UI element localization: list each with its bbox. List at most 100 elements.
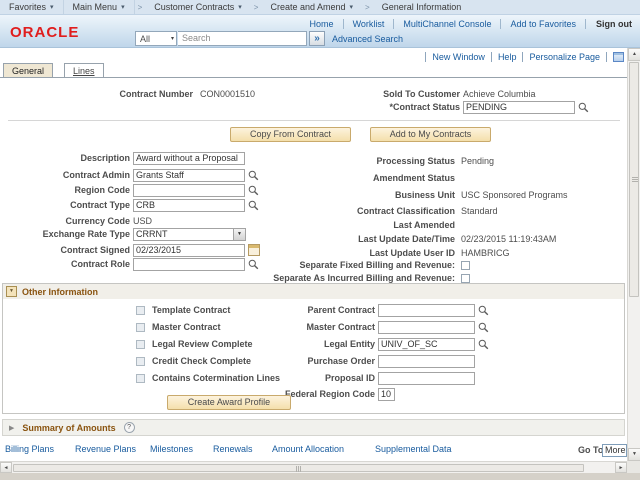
tab-divider — [0, 77, 627, 78]
horizontal-scrollbar[interactable]: ◄ ► — [0, 461, 627, 473]
master-contract-input[interactable] — [378, 321, 475, 334]
separate-fixed-label: Separate Fixed Billing and Revenue: — [240, 259, 455, 272]
goto-select[interactable]: More — [602, 444, 627, 457]
separate-incurred-checkbox[interactable] — [461, 274, 470, 283]
copy-from-contract-button[interactable]: Copy From Contract — [230, 127, 351, 142]
legal-review-checkbox[interactable] — [136, 340, 145, 349]
legal-entity-input[interactable]: UNIV_OF_SC — [378, 338, 475, 351]
summary-of-amounts-section: ▶ Summary of Amounts ? — [2, 419, 625, 436]
tab-lines[interactable]: Lines — [64, 63, 104, 78]
parent-contract-input[interactable] — [378, 304, 475, 317]
collapse-section-icon[interactable]: ▼ — [6, 286, 17, 297]
cotermination-row: Contains Cotermination Lines Proposal ID — [3, 372, 624, 386]
legal-entity-lookup-icon[interactable] — [478, 339, 489, 350]
breadcrumb: Favorites ▾ Main Menu ▾ > Customer Contr… — [0, 0, 640, 15]
chevron-down-icon: ▾ — [238, 3, 242, 11]
master-contract-lookup-icon[interactable] — [478, 322, 489, 333]
last-amended-label: Last Amended — [300, 219, 455, 232]
help-link[interactable]: Help — [491, 52, 523, 62]
nav-worklist-link[interactable]: Worklist — [344, 19, 395, 29]
horizontal-scroll-thumb[interactable] — [13, 464, 584, 472]
vertical-scroll-thumb[interactable] — [629, 62, 639, 297]
breadcrumb-main-menu[interactable]: Main Menu ▾ — [64, 0, 135, 14]
chevron-down-icon: ▾ — [121, 3, 125, 11]
breadcrumb-favorites[interactable]: Favorites ▾ — [0, 0, 64, 14]
add-to-my-contracts-button[interactable]: Add to My Contracts — [370, 127, 491, 142]
scroll-down-icon[interactable]: ▼ — [628, 448, 640, 461]
last-amended-row: Last Amended — [0, 219, 627, 233]
contract-status-input[interactable]: PENDING — [463, 101, 575, 114]
footer-link-renewals[interactable]: Renewals — [213, 444, 253, 454]
oracle-logo: ORACLE — [10, 24, 79, 41]
tab-lines-label: Lines — [73, 66, 95, 76]
contract-classification-value: Standard — [461, 205, 498, 218]
advanced-search-link[interactable]: Advanced Search — [332, 34, 403, 44]
breadcrumb-separator-icon: > — [251, 3, 262, 12]
scroll-right-icon[interactable]: ► — [615, 462, 627, 473]
footer-link-revenue-plans[interactable]: Revenue Plans — [75, 444, 136, 454]
search-scope-select[interactable]: All ▾ — [135, 31, 177, 46]
breadcrumb-separator-icon: > — [135, 3, 146, 12]
create-award-profile-button[interactable]: Create Award Profile — [167, 395, 291, 410]
nav-add-to-favorites-link[interactable]: Add to Favorites — [501, 19, 586, 29]
vertical-scrollbar[interactable]: ▲ ▼ — [627, 48, 640, 461]
nav-multichannel-console-link[interactable]: MultiChannel Console — [394, 19, 501, 29]
proposal-id-label: Proposal ID — [201, 372, 375, 385]
contract-number-value: CON0001510 — [200, 88, 255, 101]
other-information-title: Other Information — [22, 287, 98, 297]
section-divider — [8, 120, 620, 121]
expand-section-icon[interactable]: ▶ — [9, 424, 14, 432]
footer-link-milestones[interactable]: Milestones — [150, 444, 193, 454]
sign-out-link[interactable]: Sign out — [586, 19, 634, 29]
federal-region-row: Federal Region Code 10 — [3, 388, 624, 402]
window-bottom-strip — [0, 473, 640, 480]
breadcrumb-customer-contracts[interactable]: Customer Contracts ▾ — [145, 0, 251, 14]
proposal-id-input[interactable] — [378, 372, 475, 385]
sold-to-customer-link[interactable]: Achieve Columbia — [463, 88, 536, 102]
purchase-order-label: Purchase Order — [201, 355, 375, 368]
scrollbar-corner — [627, 461, 640, 473]
scroll-left-icon[interactable]: ◄ — [0, 462, 12, 473]
footer-link-billing-plans[interactable]: Billing Plans — [5, 444, 54, 454]
search-go-button[interactable]: » — [309, 31, 325, 46]
sold-to-customer-label: Sold To Customer — [310, 88, 460, 101]
breadcrumb-create-and-amend[interactable]: Create and Amend ▾ — [261, 0, 362, 14]
separate-fixed-checkbox[interactable] — [461, 261, 470, 270]
contract-status-label: *Contract Status — [310, 101, 460, 114]
last-update-datetime-value: 02/23/2015 11:19:43AM — [461, 233, 556, 246]
search-input[interactable]: Search — [178, 31, 307, 46]
chevron-down-icon: ▾ — [171, 35, 174, 42]
other-information-section: ▼ Other Information Template Contract Pa… — [2, 283, 625, 414]
purchase-order-input[interactable] — [378, 355, 475, 368]
last-update-datetime-label: Last Update Date/Time — [300, 233, 455, 246]
processing-status-label: Processing Status — [300, 155, 455, 168]
contract-classification-label: Contract Classification — [300, 205, 455, 218]
contract-status-row: *Contract Status PENDING — [0, 101, 627, 115]
personalize-layout-icon[interactable] — [613, 52, 624, 62]
goto-label: Go To — [578, 444, 603, 457]
contract-status-lookup-icon[interactable] — [578, 102, 589, 113]
tab-general[interactable]: General — [3, 63, 53, 78]
footer-link-supplemental-data[interactable]: Supplemental Data — [375, 444, 452, 454]
breadcrumb-main-menu-label: Main Menu — [73, 2, 118, 12]
scroll-up-icon[interactable]: ▲ — [628, 48, 640, 61]
header-bar: ORACLE All ▾ Search » Advanced Search Ho… — [0, 15, 640, 48]
new-window-link[interactable]: New Window — [425, 52, 491, 62]
footer-link-amount-allocation[interactable]: Amount Allocation — [272, 444, 344, 454]
chevron-down-icon: ▾ — [50, 3, 54, 11]
template-contract-checkbox[interactable] — [136, 306, 145, 315]
breadcrumb-current-page-label: General Information — [382, 2, 462, 12]
business-unit-label: Business Unit — [300, 189, 455, 202]
processing-status-row: Processing Status Pending — [0, 155, 627, 169]
credit-check-checkbox[interactable] — [136, 357, 145, 366]
federal-region-code-input[interactable]: 10 — [378, 388, 395, 401]
parent-contract-lookup-icon[interactable] — [478, 305, 489, 316]
contract-classification-row: Contract Classification Standard — [0, 205, 627, 219]
cotermination-checkbox[interactable] — [136, 374, 145, 383]
master-contract-checkbox[interactable] — [136, 323, 145, 332]
personalize-page-link[interactable]: Personalize Page — [522, 52, 606, 62]
help-icon[interactable]: ? — [124, 422, 135, 433]
contract-number-label: Contract Number — [0, 88, 193, 101]
search-scope-value: All — [140, 34, 150, 44]
nav-home-link[interactable]: Home — [301, 19, 344, 29]
